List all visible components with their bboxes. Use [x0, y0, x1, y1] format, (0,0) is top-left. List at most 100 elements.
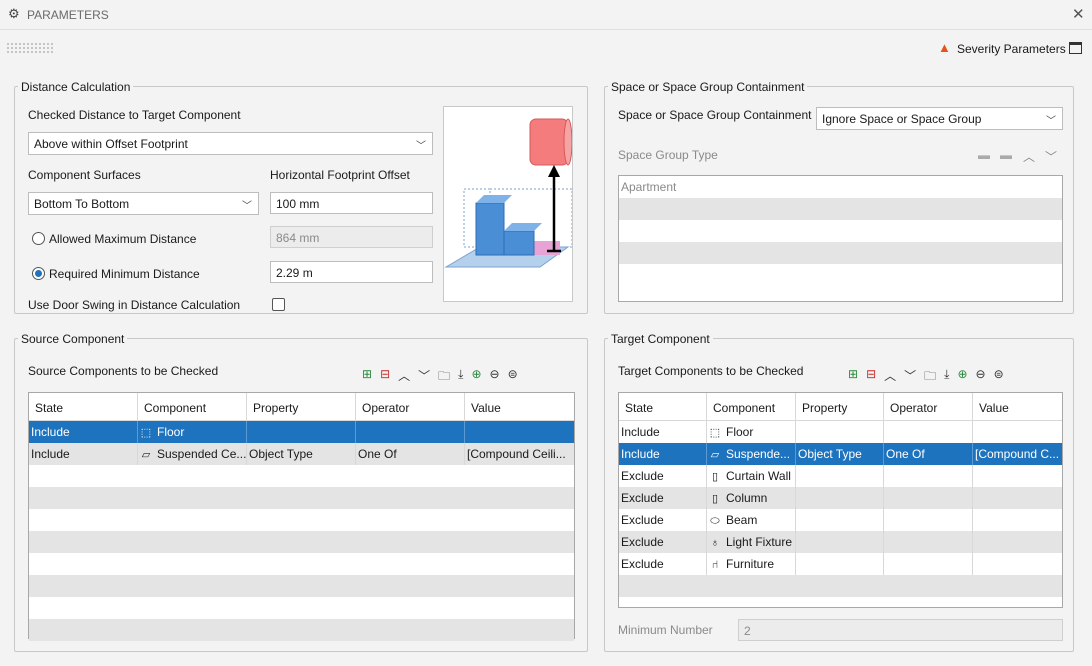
list-item[interactable] [619, 242, 1062, 264]
column-header-state[interactable]: State [619, 393, 707, 420]
cell-state: Include [619, 421, 707, 443]
table-row[interactable]: Include ▱ Suspended Ce... Object Type One… [29, 443, 574, 465]
target-components-table[interactable]: State Component Property Operator Value … [618, 392, 1063, 608]
target-component-legend: Target Component [608, 332, 713, 346]
column-header-value[interactable]: Value [973, 393, 1062, 420]
space-containment-dropdown[interactable]: Ignore Space or Space Group ﹀ [816, 107, 1063, 130]
add-row-icon[interactable]: ⊞ [848, 367, 858, 388]
severity-parameters-button[interactable]: Severity Parameters [957, 42, 1066, 56]
component-label: Floor [726, 425, 754, 439]
required-minimum-label: Required Minimum Distance [49, 267, 200, 281]
cell-state: Exclude [619, 465, 707, 487]
light-fixture-icon: ♁ [710, 537, 720, 549]
move-up-icon[interactable]: ︿ [884, 367, 896, 388]
add-group-icon[interactable]: ⊕ [471, 367, 481, 388]
checked-distance-dropdown[interactable]: Above within Offset Footprint ﹀ [28, 132, 433, 155]
move-down-icon: ﹀ [1045, 150, 1058, 164]
cell-component: ⬭ Beam [707, 509, 796, 531]
chevron-down-icon: ﹀ [1046, 116, 1056, 127]
cell-operator [356, 421, 465, 443]
table-row[interactable]: Exclude ⬭ Beam [619, 509, 1062, 531]
column-header-state[interactable]: State [29, 393, 138, 420]
table-row[interactable] [29, 597, 574, 619]
horizontal-offset-input[interactable]: 100 mm [270, 192, 433, 214]
ceiling-icon: ▱ [710, 449, 720, 461]
table-row[interactable] [29, 531, 574, 553]
column-header-operator[interactable]: Operator [356, 393, 465, 420]
beam-icon: ⬭ [710, 515, 720, 527]
cell-property: Object Type [247, 443, 356, 465]
cell-value [973, 553, 1062, 575]
cell-component: ▱ Suspended Ce... [138, 443, 247, 465]
column-header-component[interactable]: Component [138, 393, 247, 420]
table-row[interactable]: Exclude ▯ Curtain Wall [619, 465, 1062, 487]
table-row[interactable]: Exclude ▯ Column [619, 487, 1062, 509]
component-label: Column [726, 491, 768, 505]
cell-component: ⬚ Floor [707, 421, 796, 443]
chevron-down-icon: ﹀ [242, 201, 252, 212]
table-row[interactable] [29, 509, 574, 531]
table-row[interactable]: Exclude ♁ Light Fixture [619, 531, 1062, 553]
list-item[interactable]: Apartment [619, 176, 1062, 198]
move-down-icon[interactable]: ﹀ [904, 367, 916, 388]
move-up-icon[interactable]: ︿ [398, 367, 410, 388]
chevron-down-icon: ﹀ [416, 141, 426, 152]
close-icon[interactable]: ✕ [1072, 5, 1085, 23]
cell-component: ⬚ Floor [138, 421, 247, 443]
allowed-maximum-radio[interactable] [32, 232, 45, 245]
required-minimum-input[interactable]: 2.29 m [270, 261, 433, 283]
cell-state: Include [619, 443, 707, 465]
expand-icon[interactable]: ⊜ [994, 367, 1004, 388]
cell-property [247, 421, 356, 443]
column-header-property[interactable]: Property [247, 393, 356, 420]
cell-property [796, 487, 884, 509]
source-components-table[interactable]: State Component Property Operator Value … [28, 392, 575, 641]
collapse-icon[interactable]: ⊖ [976, 367, 986, 388]
table-row[interactable]: Exclude ⑁ Furniture [619, 553, 1062, 575]
list-item[interactable] [619, 198, 1062, 220]
open-folder-icon[interactable]: 🗀 [924, 367, 936, 388]
table-row[interactable] [29, 465, 574, 487]
list-item[interactable] [619, 220, 1062, 242]
expand-icon[interactable]: ⊜ [508, 367, 518, 388]
table-row[interactable] [619, 575, 1062, 597]
gear-icon: ⚙ [8, 6, 20, 21]
column-header-property[interactable]: Property [796, 393, 884, 420]
cell-property [796, 553, 884, 575]
required-minimum-radio[interactable] [32, 267, 45, 280]
download-icon[interactable]: ⤓ [944, 367, 949, 388]
column-header-component[interactable]: Component [707, 393, 796, 420]
cell-component: ▱ Suspende... [707, 443, 796, 465]
table-row[interactable]: Include ⬚ Floor [29, 421, 574, 443]
table-row[interactable]: Include ⬚ Floor [619, 421, 1062, 443]
space-containment-value: Ignore Space or Space Group [822, 112, 982, 126]
window-title: PARAMETERS [27, 8, 109, 22]
source-component-legend: Source Component [18, 332, 128, 346]
table-row[interactable] [29, 575, 574, 597]
table-row[interactable] [29, 553, 574, 575]
space-group-list[interactable]: Apartment [618, 175, 1063, 302]
window-icon[interactable] [1069, 42, 1082, 54]
move-down-icon[interactable]: ﹀ [418, 367, 430, 388]
column-header-operator[interactable]: Operator [884, 393, 973, 420]
cell-state: Exclude [619, 487, 707, 509]
horizontal-offset-label: Horizontal Footprint Offset [270, 168, 410, 182]
component-label: Furniture [726, 557, 775, 571]
download-icon[interactable]: ⤓ [458, 367, 463, 388]
drag-grip[interactable] [6, 42, 54, 54]
delete-row-icon[interactable]: ⊟ [380, 367, 390, 388]
add-row-icon[interactable]: ⊞ [362, 367, 372, 388]
door-swing-label: Use Door Swing in Distance Calculation [28, 298, 241, 312]
title-bar [0, 0, 1092, 30]
add-group-icon[interactable]: ⊕ [957, 367, 967, 388]
open-folder-icon[interactable]: 🗀 [438, 367, 450, 388]
door-swing-checkbox[interactable] [272, 298, 285, 311]
column-header-value[interactable]: Value [465, 393, 574, 420]
table-row[interactable] [29, 619, 574, 641]
delete-row-icon[interactable]: ⊟ [866, 367, 876, 388]
collapse-icon[interactable]: ⊖ [490, 367, 500, 388]
table-row[interactable] [29, 487, 574, 509]
component-surfaces-dropdown[interactable]: Bottom To Bottom ﹀ [28, 192, 259, 215]
table-row[interactable]: Include ▱ Suspende... Object Type One Of … [619, 443, 1062, 465]
cell-value: [Compound C... [975, 447, 1060, 461]
